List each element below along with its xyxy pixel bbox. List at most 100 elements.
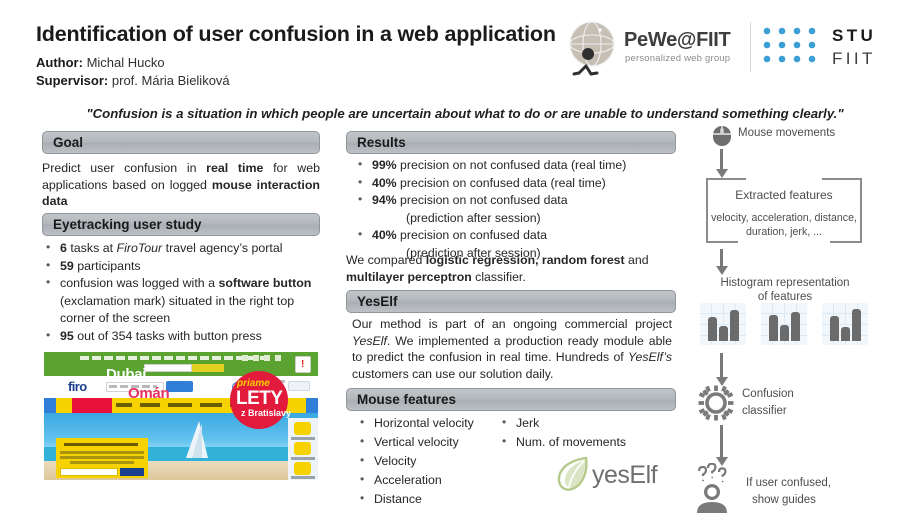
eye-tail-2: (exclamation mark) situated in the right… (60, 293, 295, 326)
eye-rest-1: participants (73, 258, 141, 273)
firotour-screenshot: ! firo Dubaj Omán priame LETY z Bratisla… (44, 352, 318, 480)
site-search-button[interactable] (166, 381, 193, 392)
section-title-results: Results (357, 135, 406, 150)
bracket-top-left (706, 178, 746, 180)
globe-icon (569, 21, 615, 76)
site-nav-last-minute[interactable] (72, 398, 112, 413)
flow-label-classifier-2: classifier (742, 405, 787, 417)
site-login-button[interactable] (288, 381, 310, 391)
bracket-bottom-right (830, 241, 862, 243)
eye-bold-2: software button (218, 276, 312, 290)
section-header-eyetracking: Eyetracking user study (42, 213, 320, 236)
goal-text-bold-1: real time (206, 161, 264, 175)
yeself-wordmark: yesElf (592, 461, 658, 489)
histogram-icon (822, 303, 868, 345)
site-newsletter-button[interactable] (192, 364, 224, 372)
widget-chat-label (291, 476, 315, 479)
result-text-0: precision on not confused data (real tim… (396, 158, 627, 172)
eye-bold-0: 6 (60, 241, 67, 255)
exclamation-icon: ! (301, 359, 305, 370)
fiit-wordmark: FIIT (832, 49, 876, 68)
list-item: 99% precision on not confused data (real… (356, 156, 666, 175)
hero-title-oman: Omán (128, 385, 170, 402)
section-title-mouse-features: Mouse features (357, 392, 457, 407)
eye-rest-3: out of 354 tasks with button press (73, 328, 262, 343)
list-item: Acceleration (358, 470, 498, 490)
list-item: confusion was logged with a software but… (44, 274, 329, 328)
histogram-icon (761, 303, 807, 345)
pipeline-flow-diagram: Mouse movements Extracted features veloc… (690, 125, 920, 518)
widget-chat-button[interactable] (294, 462, 311, 475)
histogram-icon-row (700, 303, 868, 347)
site-nav-left-edge (44, 398, 56, 413)
section-title-yeself: YesElf (357, 294, 398, 309)
list-item: 40% precision on confused data (real tim… (356, 174, 666, 193)
histogram-icon (700, 303, 746, 345)
list-item: 94% precision on not confused data (pred… (356, 191, 666, 227)
widget-mail-button[interactable] (294, 442, 311, 455)
section-header-goal: Goal (42, 131, 320, 154)
yeself-text-3: customers can use our solution daily. (352, 366, 554, 381)
newsletter-popup-line (60, 456, 144, 459)
firo-logo: firo (68, 379, 87, 394)
yeself-italic-1: YesElf (352, 333, 387, 348)
site-topbar-countdown (242, 355, 286, 361)
result-pct-2: 94% (372, 193, 397, 207)
section-title-goal: Goal (53, 135, 84, 150)
goal-text-1: Predict user confusion in (42, 161, 207, 175)
widget-mail-label (291, 457, 315, 460)
newsletter-popup-submit[interactable] (120, 468, 144, 476)
newsletter-popup-input[interactable] (60, 468, 118, 476)
eyetracking-list: 6 tasks at FiroTour travel agency’s port… (44, 239, 329, 346)
list-item: Velocity (358, 451, 498, 471)
logo-divider (750, 22, 751, 72)
site-nav-item[interactable] (116, 403, 132, 407)
supervisor-line: Supervisor: prof. Mária Bieliková (36, 73, 230, 88)
bracket-bottom-left (706, 241, 738, 243)
bracket-top-right (822, 178, 862, 180)
results-note-pre: We compared (346, 253, 426, 267)
mouse-features-column-2: Jerk Num. of movements (500, 413, 660, 452)
poster-header: Identification of user confusion in a we… (0, 0, 920, 96)
results-note-tail: classifier. (471, 270, 526, 284)
section-header-results: Results (346, 131, 676, 154)
leaf-icon (557, 456, 588, 491)
flow-label-classifier-1: Confusion (742, 388, 794, 400)
yeself-italic-2: YesElf’s (628, 350, 672, 364)
poster-root: Identification of user confusion in a we… (0, 0, 920, 518)
list-item: 95 out of 354 tasks with button press (44, 327, 329, 346)
yeself-logo: yesElf (556, 455, 678, 495)
yeself-text-2: . We implemented a production ready modu… (352, 333, 672, 365)
site-nav-item[interactable] (168, 403, 192, 407)
list-item: 6 tasks at FiroTour travel agency’s port… (44, 239, 329, 258)
eye-rest-0: tasks at (66, 241, 117, 255)
author-name: Michal Hucko (86, 55, 165, 70)
list-item: Horizontal velocity (358, 413, 498, 433)
site-nav-item[interactable] (200, 403, 222, 407)
widget-call-button[interactable] (294, 422, 311, 435)
flow-label-extracted-features: Extracted features (735, 188, 833, 202)
author-label: Author: (36, 55, 83, 70)
flow-label-guides-2: show guides (752, 494, 816, 506)
results-note: We compared logistic regression, random … (346, 252, 666, 286)
pewe-wordmark: PeWe@FIIT (624, 29, 731, 51)
confused-user-icon (697, 463, 727, 513)
site-nav-home[interactable] (56, 398, 72, 413)
site-newsletter-input[interactable] (144, 364, 192, 372)
site-nav-item[interactable] (140, 403, 160, 407)
result-text-3: precision on confused data (396, 228, 548, 242)
pewe-tagline: personalized web group (625, 53, 731, 64)
definition-quote: "Confusion is a situation in which peopl… (86, 106, 844, 121)
result-subtext-2: (prediction after session) (406, 210, 541, 225)
result-text-1: precision on confused data (real time) (396, 175, 606, 190)
pewe-fiit-logo: PeWe@FIIT personalized web group (560, 16, 760, 82)
newsletter-popup-title (64, 443, 138, 446)
results-note-bold-1: logistic regression, random forest (425, 253, 625, 267)
list-item: Distance (358, 489, 498, 509)
eye-italic-0: FiroTour (116, 241, 163, 255)
yeself-text-1: Our method is part of an ongoing commerc… (352, 317, 672, 331)
results-note-mid: and (624, 253, 649, 267)
section-title-eyetracking: Eyetracking user study (53, 217, 202, 232)
list-item: Num. of movements (500, 432, 660, 452)
flow-label-histogram-2: of features (757, 291, 813, 303)
